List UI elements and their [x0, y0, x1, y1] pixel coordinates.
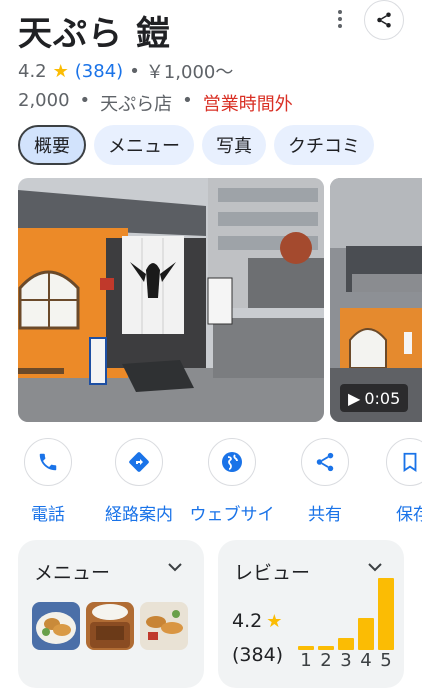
tab-bar: 概要 メニュー 写真 クチコミ: [18, 125, 374, 165]
review-rating: 4.2: [232, 610, 263, 632]
phone-icon: [24, 438, 72, 486]
share-icon: [377, 12, 391, 28]
histogram-label-5: 5: [380, 650, 392, 671]
star-icon: ★: [266, 610, 283, 632]
price-text: ￥1,000～: [145, 62, 234, 83]
category: 天ぷら店: [100, 94, 173, 115]
separator: •: [79, 90, 91, 111]
chevron-down-icon: [168, 563, 182, 572]
histogram-bar-4: [358, 618, 374, 650]
share-label: 共有: [308, 505, 342, 525]
website-label: ウェブサイ: [189, 505, 275, 525]
video-duration-badge: ▶ 0:05: [340, 384, 409, 412]
separator: •: [182, 90, 193, 111]
review-card[interactable]: レビュー 4.2 ★ (384) 12345: [218, 540, 404, 688]
website-button[interactable]: ウェブサイ: [187, 438, 277, 525]
price-range: 2,000: [18, 90, 70, 111]
histogram-label-4: 4: [360, 650, 372, 671]
histogram-label-1: 1: [300, 650, 312, 671]
star-icon: ★: [52, 60, 69, 82]
tab-reviews[interactable]: クチコミ: [274, 125, 374, 165]
rating-row: 4.2 ★ (384) • ￥1,000～: [18, 58, 233, 84]
share-icon: [301, 438, 349, 486]
place-title: 天ぷら 鎧: [18, 14, 171, 54]
menu-thumbnail[interactable]: [140, 602, 188, 650]
rating-value: 4.2: [18, 60, 47, 82]
tab-menu[interactable]: メニュー: [94, 125, 194, 165]
bookmark-icon: [386, 438, 422, 486]
open-status: 営業時間外: [202, 94, 293, 115]
more-options-icon[interactable]: [331, 6, 349, 32]
histogram-bar-3: [338, 638, 354, 650]
menu-card[interactable]: メニュー: [18, 540, 204, 688]
separator: •: [129, 60, 140, 82]
directions-label: 経路案内: [105, 505, 173, 525]
share-button[interactable]: [364, 0, 404, 40]
call-button[interactable]: 電話: [3, 438, 93, 525]
share-action-button[interactable]: 共有: [280, 438, 370, 525]
review-card-title: レビュー: [234, 562, 311, 584]
directions-button[interactable]: 経路案内: [94, 438, 184, 525]
directions-icon: [115, 438, 163, 486]
histogram-label-3: 3: [340, 650, 352, 671]
menu-card-title: メニュー: [34, 562, 111, 584]
chevron-down-icon: [368, 563, 382, 572]
histogram-label-2: 2: [320, 650, 332, 671]
tab-overview[interactable]: 概要: [18, 125, 86, 165]
globe-icon: [208, 438, 256, 486]
menu-thumbnail[interactable]: [32, 602, 80, 650]
menu-thumbnail[interactable]: [86, 602, 134, 650]
save-label: 保存: [396, 505, 422, 525]
info-row: 2,000 • 天ぷら店 • 営業時間外: [18, 90, 293, 116]
call-label: 電話: [31, 505, 65, 525]
play-icon: ▶: [348, 388, 361, 408]
video-duration: 0:05: [364, 388, 401, 408]
tab-photos[interactable]: 写真: [202, 125, 266, 165]
histogram-bar-5: [378, 578, 394, 650]
storefront-photo[interactable]: [18, 178, 324, 422]
review-count: (384): [232, 644, 284, 666]
review-count-link[interactable]: (384): [75, 61, 123, 82]
save-button[interactable]: 保存: [366, 438, 422, 525]
review-rating-row: 4.2 ★: [232, 610, 282, 632]
